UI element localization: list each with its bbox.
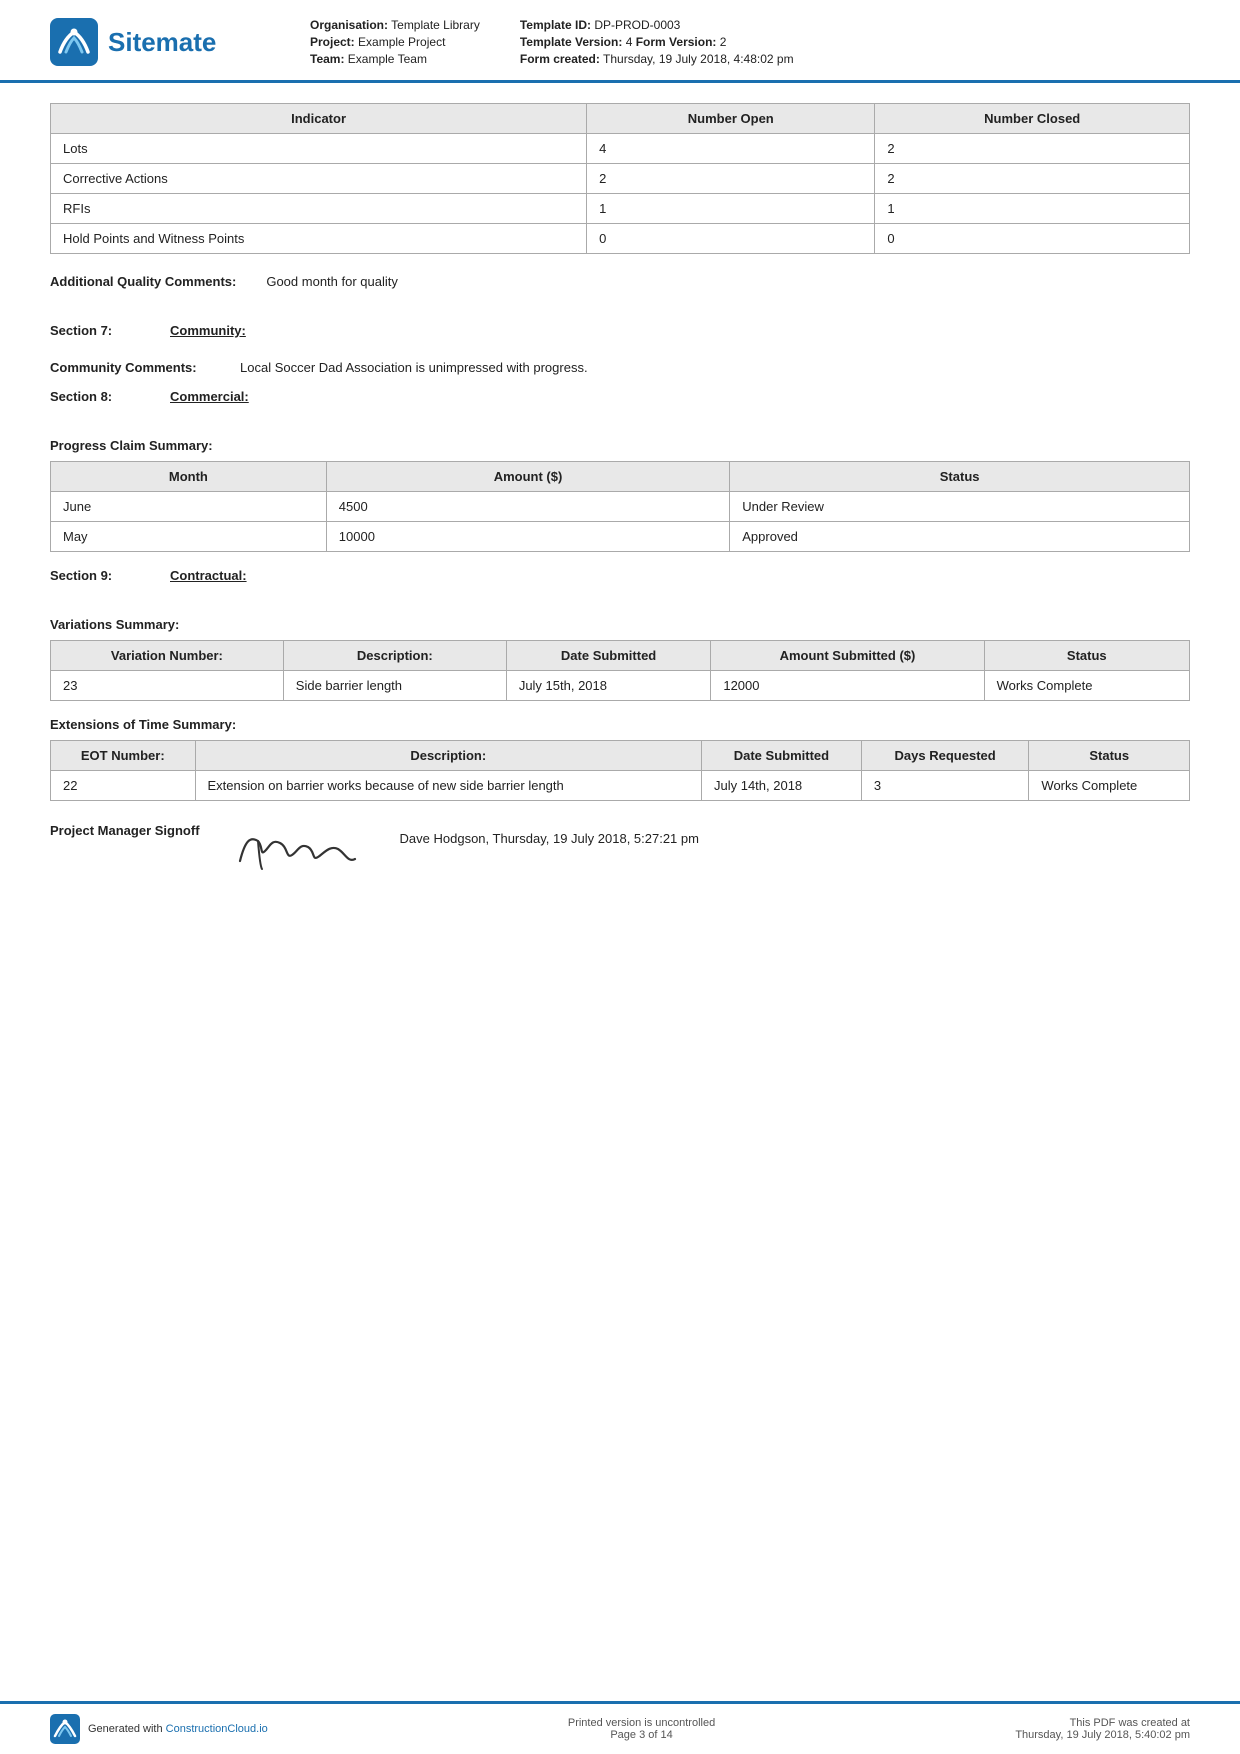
variations-title: Variations Summary: (50, 617, 1190, 632)
header: Sitemate Organisation: Template Library … (0, 0, 1240, 83)
indicator-table: Indicator Number Open Number Closed Lots… (50, 103, 1190, 254)
eot-title: Extensions of Time Summary: (50, 717, 1190, 732)
table-row: May10000Approved (51, 522, 1190, 552)
footer-logo-icon (50, 1714, 80, 1744)
footer-center: Printed version is uncontrolled Page 3 o… (308, 1717, 976, 1741)
footer-logo: Generated with ConstructionCloud.io (50, 1714, 268, 1744)
footer-printed: Printed version is uncontrolled (308, 1717, 976, 1729)
eot-status-col: Status (1029, 741, 1190, 771)
table-row: Lots42 (51, 134, 1190, 164)
team-line: Team: Example Team (310, 52, 480, 66)
section9-title: Contractual: (170, 568, 247, 583)
community-comments-value: Local Soccer Dad Association is unimpres… (240, 360, 1190, 375)
month-col-header: Month (51, 462, 327, 492)
section9-heading: Section 9: Contractual: (50, 568, 1190, 583)
sitemate-logo-icon (50, 18, 98, 66)
logo-area: Sitemate (50, 18, 270, 66)
number-open-col-header: Number Open (587, 104, 875, 134)
section8-heading: Section 8: Commercial: (50, 389, 1190, 404)
eot-date-col: Date Submitted (701, 741, 861, 771)
logo-text: Sitemate (108, 27, 216, 58)
additional-quality-value: Good month for quality (266, 274, 1190, 289)
community-comments-row: Community Comments: Local Soccer Dad Ass… (50, 360, 1190, 375)
footer-page: Page 3 of 14 (308, 1729, 976, 1741)
table-row: Corrective Actions22 (51, 164, 1190, 194)
footer-pdf-created-label: This PDF was created at (1015, 1717, 1190, 1729)
signature-label: Project Manager Signoff (50, 821, 200, 842)
content: Indicator Number Open Number Closed Lots… (0, 83, 1240, 1701)
var-desc-col: Description: (283, 641, 506, 671)
section9-num: Section 9: (50, 568, 150, 583)
org-line: Organisation: Template Library (310, 18, 480, 32)
section8-title: Commercial: (170, 389, 249, 404)
var-status-col: Status (984, 641, 1189, 671)
status-col-header: Status (730, 462, 1190, 492)
table-row: 23Side barrier lengthJuly 15th, 20181200… (51, 671, 1190, 701)
header-meta: Organisation: Template Library Project: … (270, 18, 1190, 66)
section7-num: Section 7: (50, 323, 150, 338)
table-row: June4500Under Review (51, 492, 1190, 522)
additional-quality-row: Additional Quality Comments: Good month … (50, 274, 1190, 289)
page-fill (50, 881, 1190, 1181)
table-row: RFIs11 (51, 194, 1190, 224)
indicator-col-header: Indicator (51, 104, 587, 134)
table-row: 22Extension on barrier works because of … (51, 771, 1190, 801)
eot-num-col: EOT Number: (51, 741, 196, 771)
var-date-col: Date Submitted (506, 641, 711, 671)
footer: Generated with ConstructionCloud.io Prin… (0, 1701, 1240, 1754)
form-created-line: Form created: Thursday, 19 July 2018, 4:… (520, 52, 794, 66)
var-num-col: Variation Number: (51, 641, 284, 671)
signature-detail: Dave Hodgson, Thursday, 19 July 2018, 5:… (400, 821, 699, 846)
signature-row: Project Manager Signoff Dave Hodgson, Th… (50, 821, 1190, 881)
footer-link[interactable]: ConstructionCloud.io (166, 1723, 268, 1735)
community-comments-label: Community Comments: (50, 360, 210, 375)
number-closed-col-header: Number Closed (875, 104, 1190, 134)
footer-pdf-created-value: Thursday, 19 July 2018, 5:40:02 pm (1015, 1729, 1190, 1741)
progress-claim-title: Progress Claim Summary: (50, 438, 1190, 453)
amount-col-header: Amount ($) (326, 462, 729, 492)
footer-right: This PDF was created at Thursday, 19 Jul… (1015, 1717, 1190, 1741)
footer-generated-text: Generated with ConstructionCloud.io (88, 1723, 268, 1735)
section7-title: Community: (170, 323, 246, 338)
page: Sitemate Organisation: Template Library … (0, 0, 1240, 1754)
additional-quality-label: Additional Quality Comments: (50, 274, 236, 289)
template-id-line: Template ID: DP-PROD-0003 (520, 18, 794, 32)
section7-heading: Section 7: Community: (50, 323, 1190, 338)
table-row: Hold Points and Witness Points00 (51, 224, 1190, 254)
var-amount-col: Amount Submitted ($) (711, 641, 984, 671)
eot-days-col: Days Requested (861, 741, 1029, 771)
eot-desc-col: Description: (195, 741, 701, 771)
header-meta-left: Organisation: Template Library Project: … (310, 18, 480, 66)
header-meta-right: Template ID: DP-PROD-0003 Template Versi… (520, 18, 794, 66)
signature-image (230, 821, 370, 881)
section8-num: Section 8: (50, 389, 150, 404)
template-version-line: Template Version: 4 Form Version: 2 (520, 35, 794, 49)
progress-claim-table: Month Amount ($) Status June4500Under Re… (50, 461, 1190, 552)
project-line: Project: Example Project (310, 35, 480, 49)
variations-table: Variation Number: Description: Date Subm… (50, 640, 1190, 701)
eot-table: EOT Number: Description: Date Submitted … (50, 740, 1190, 801)
